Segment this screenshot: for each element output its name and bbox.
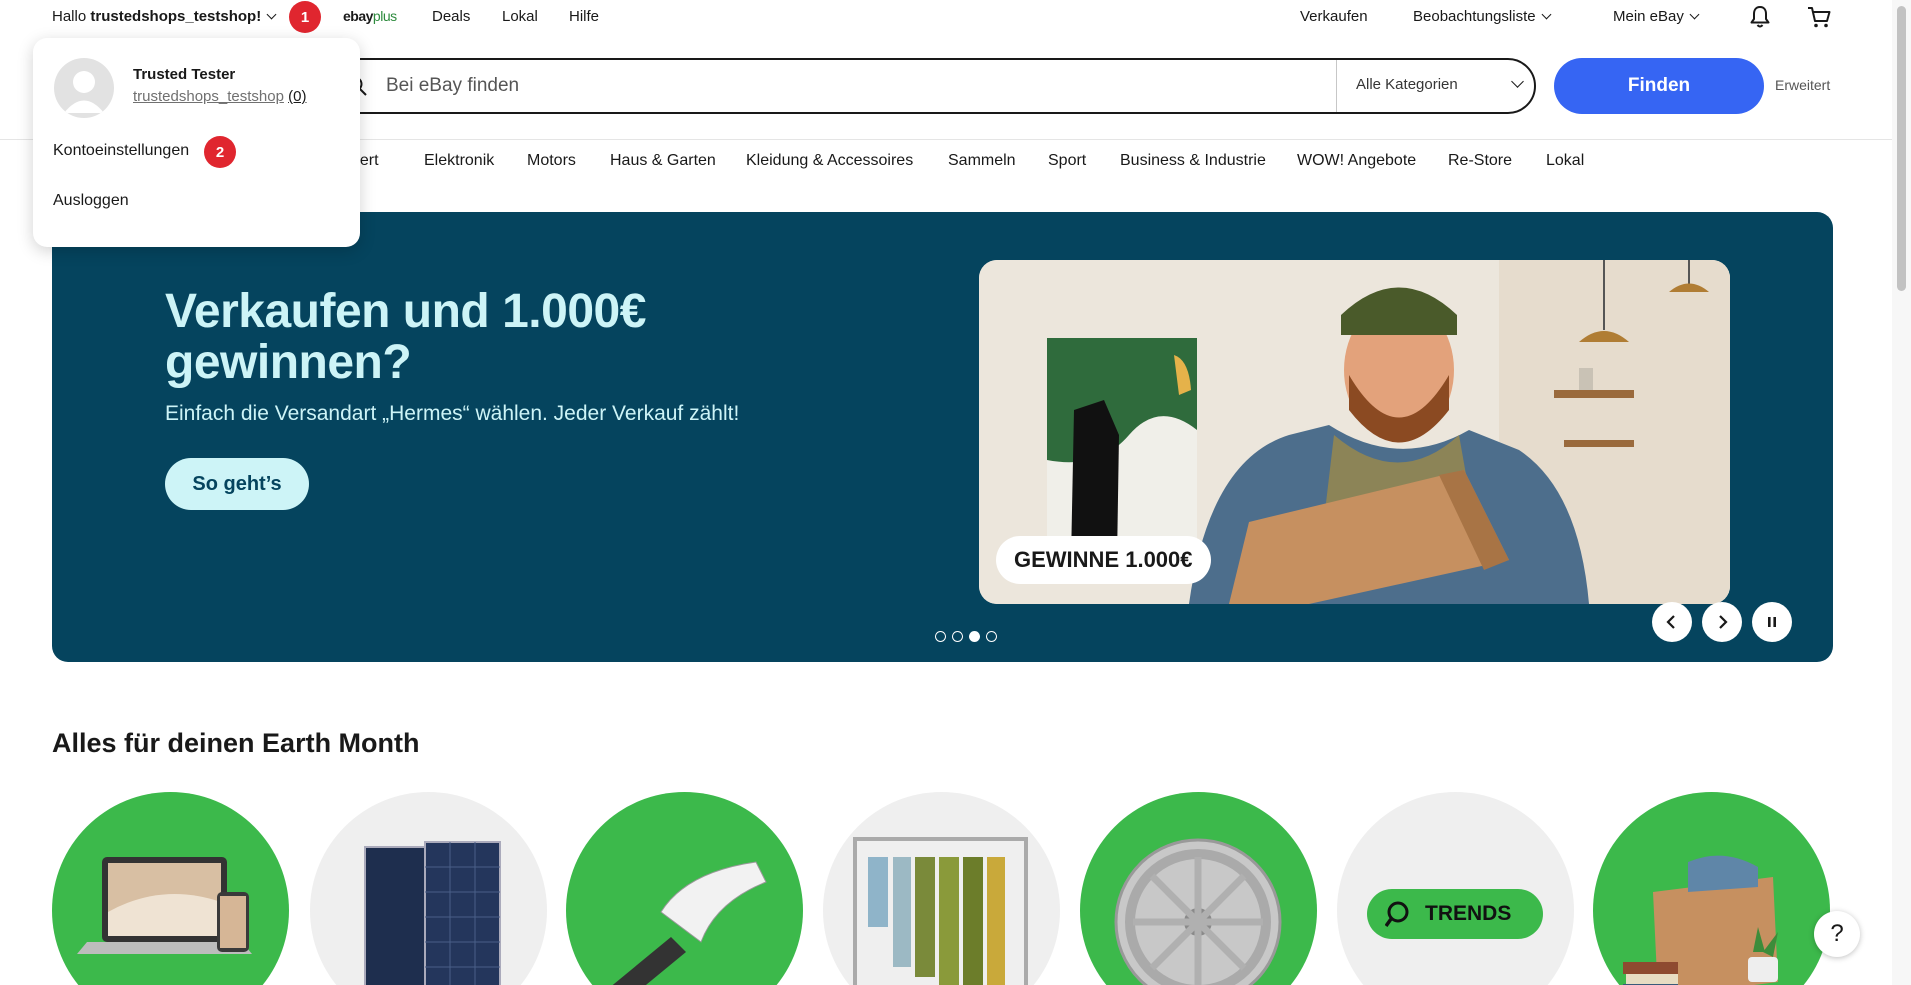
my-ebay-label: Mein eBay xyxy=(1613,8,1684,25)
solar-panel-icon xyxy=(364,841,501,985)
scrollbar-thumb[interactable] xyxy=(1897,6,1906,291)
category-link[interactable]: Kleidung & Accessoires xyxy=(746,152,913,170)
trends-label: TRENDS xyxy=(1425,902,1512,925)
watchlist-label: Beobachtungsliste xyxy=(1413,8,1536,25)
carousel-dot[interactable] xyxy=(986,631,997,642)
search-input[interactable] xyxy=(386,68,1346,104)
chevron-left-icon xyxy=(1666,615,1675,629)
moving-box-icon xyxy=(1623,855,1778,985)
greeting-prefix: Hallo xyxy=(52,8,91,25)
search-icon xyxy=(1385,901,1409,928)
watchlist-dropdown[interactable]: Beobachtungsliste xyxy=(1413,8,1552,25)
chevron-down-icon xyxy=(1541,9,1552,20)
top-navigation-bar: Hallo trustedshops_testshop! 1 ebayplus … xyxy=(0,0,1892,34)
page-scrollbar[interactable] xyxy=(1892,0,1911,985)
feedback-score-link[interactable]: (0) xyxy=(288,88,306,105)
hero-image-tag: GEWINNE 1.000€ xyxy=(996,536,1211,584)
sell-link[interactable]: Verkaufen xyxy=(1300,8,1368,25)
ebay-plus-link[interactable]: ebayplus xyxy=(343,8,397,24)
carousel-previous-button[interactable] xyxy=(1652,602,1692,642)
account-greeting-button[interactable]: Hallo trustedshops_testshop! xyxy=(52,8,277,25)
greeting-username: trustedshops_testshop! xyxy=(90,8,262,25)
category-link[interactable]: Motors xyxy=(527,152,576,170)
account-settings-link[interactable]: Kontoeinstellungen xyxy=(53,142,189,160)
trends-pill: TRENDS xyxy=(1367,889,1543,939)
category-select[interactable]: Alle Kategorien xyxy=(1356,76,1458,93)
hero-cta-button[interactable]: So geht’s xyxy=(165,458,309,510)
account-name: Trusted Tester xyxy=(133,66,236,83)
hero-title: Verkaufen und 1.000€ gewinnen? xyxy=(165,285,646,389)
category-link[interactable]: Elektronik xyxy=(424,152,494,170)
lokal-link[interactable]: Lokal xyxy=(502,8,538,25)
category-circle-solar[interactable] xyxy=(310,792,547,985)
account-dropdown-menu: Trusted Tester trustedshops_testshop (0)… xyxy=(33,38,360,247)
logout-link[interactable]: Ausloggen xyxy=(53,192,129,210)
chevron-down-icon xyxy=(1689,9,1700,20)
hedge-trimmer-icon xyxy=(612,861,767,985)
search-divider xyxy=(1336,60,1337,112)
category-circle-restore[interactable] xyxy=(1593,792,1830,985)
chevron-down-icon xyxy=(266,9,277,20)
carousel-dots xyxy=(935,631,997,642)
account-user-line: trustedshops_testshop (0) xyxy=(133,88,306,105)
category-circle-garden[interactable] xyxy=(566,792,803,985)
carousel-next-button[interactable] xyxy=(1702,602,1742,642)
wheel-rim-icon xyxy=(1114,838,1282,985)
help-link[interactable]: Hilfe xyxy=(569,8,599,25)
hero-subtitle: Einfach die Versandart „Hermes“ wählen. … xyxy=(165,402,740,425)
step-badge-2: 2 xyxy=(204,136,236,168)
category-link[interactable]: Sammeln xyxy=(948,152,1016,170)
clothing-rack-icon xyxy=(853,837,1028,985)
avatar xyxy=(54,58,114,118)
my-ebay-dropdown[interactable]: Mein eBay xyxy=(1613,8,1700,25)
carousel-dot[interactable] xyxy=(952,631,963,642)
category-circle-trends[interactable]: TRENDS xyxy=(1337,792,1574,985)
step-badge-1: 1 xyxy=(289,1,321,33)
category-link[interactable]: Sport xyxy=(1048,152,1086,170)
category-circle-motors[interactable] xyxy=(1080,792,1317,985)
category-link[interactable]: Business & Industrie xyxy=(1120,152,1266,170)
laptop-icon xyxy=(77,857,252,954)
category-link[interactable]: Haus & Garten xyxy=(610,152,716,170)
category-link[interactable]: Re-Store xyxy=(1448,152,1512,170)
section-title: Alles für deinen Earth Month xyxy=(52,728,420,758)
category-link[interactable]: Lokal xyxy=(1546,152,1584,170)
category-circle-clothing[interactable] xyxy=(823,792,1060,985)
profile-link[interactable]: trustedshops_testshop xyxy=(133,88,284,105)
category-circle-electronics[interactable] xyxy=(52,792,289,985)
category-link[interactable]: WOW! Angebote xyxy=(1297,152,1416,170)
hero-banner[interactable]: Verkaufen und 1.000€ gewinnen? Einfach d… xyxy=(52,212,1833,662)
carousel-dot-active[interactable] xyxy=(969,631,980,642)
search-box: Alle Kategorien xyxy=(320,58,1536,114)
ebay-plus-logo-plus: plus xyxy=(372,8,397,24)
carousel-dot[interactable] xyxy=(935,631,946,642)
help-button[interactable]: ? xyxy=(1814,911,1860,957)
chevron-down-icon xyxy=(1511,75,1524,88)
user-avatar-icon xyxy=(64,71,104,113)
deals-link[interactable]: Deals xyxy=(432,8,470,25)
pause-icon xyxy=(1768,617,1776,627)
notification-bell-icon[interactable] xyxy=(1746,3,1774,31)
advanced-search-link[interactable]: Erweitert xyxy=(1775,77,1830,93)
carousel-pause-button[interactable] xyxy=(1752,602,1792,642)
cart-icon[interactable] xyxy=(1805,3,1833,31)
chevron-right-icon xyxy=(1719,615,1728,629)
find-button[interactable]: Finden xyxy=(1554,58,1764,114)
hero-image: GEWINNE 1.000€ xyxy=(979,260,1730,604)
ebay-plus-logo-ebay: ebay xyxy=(343,8,373,24)
